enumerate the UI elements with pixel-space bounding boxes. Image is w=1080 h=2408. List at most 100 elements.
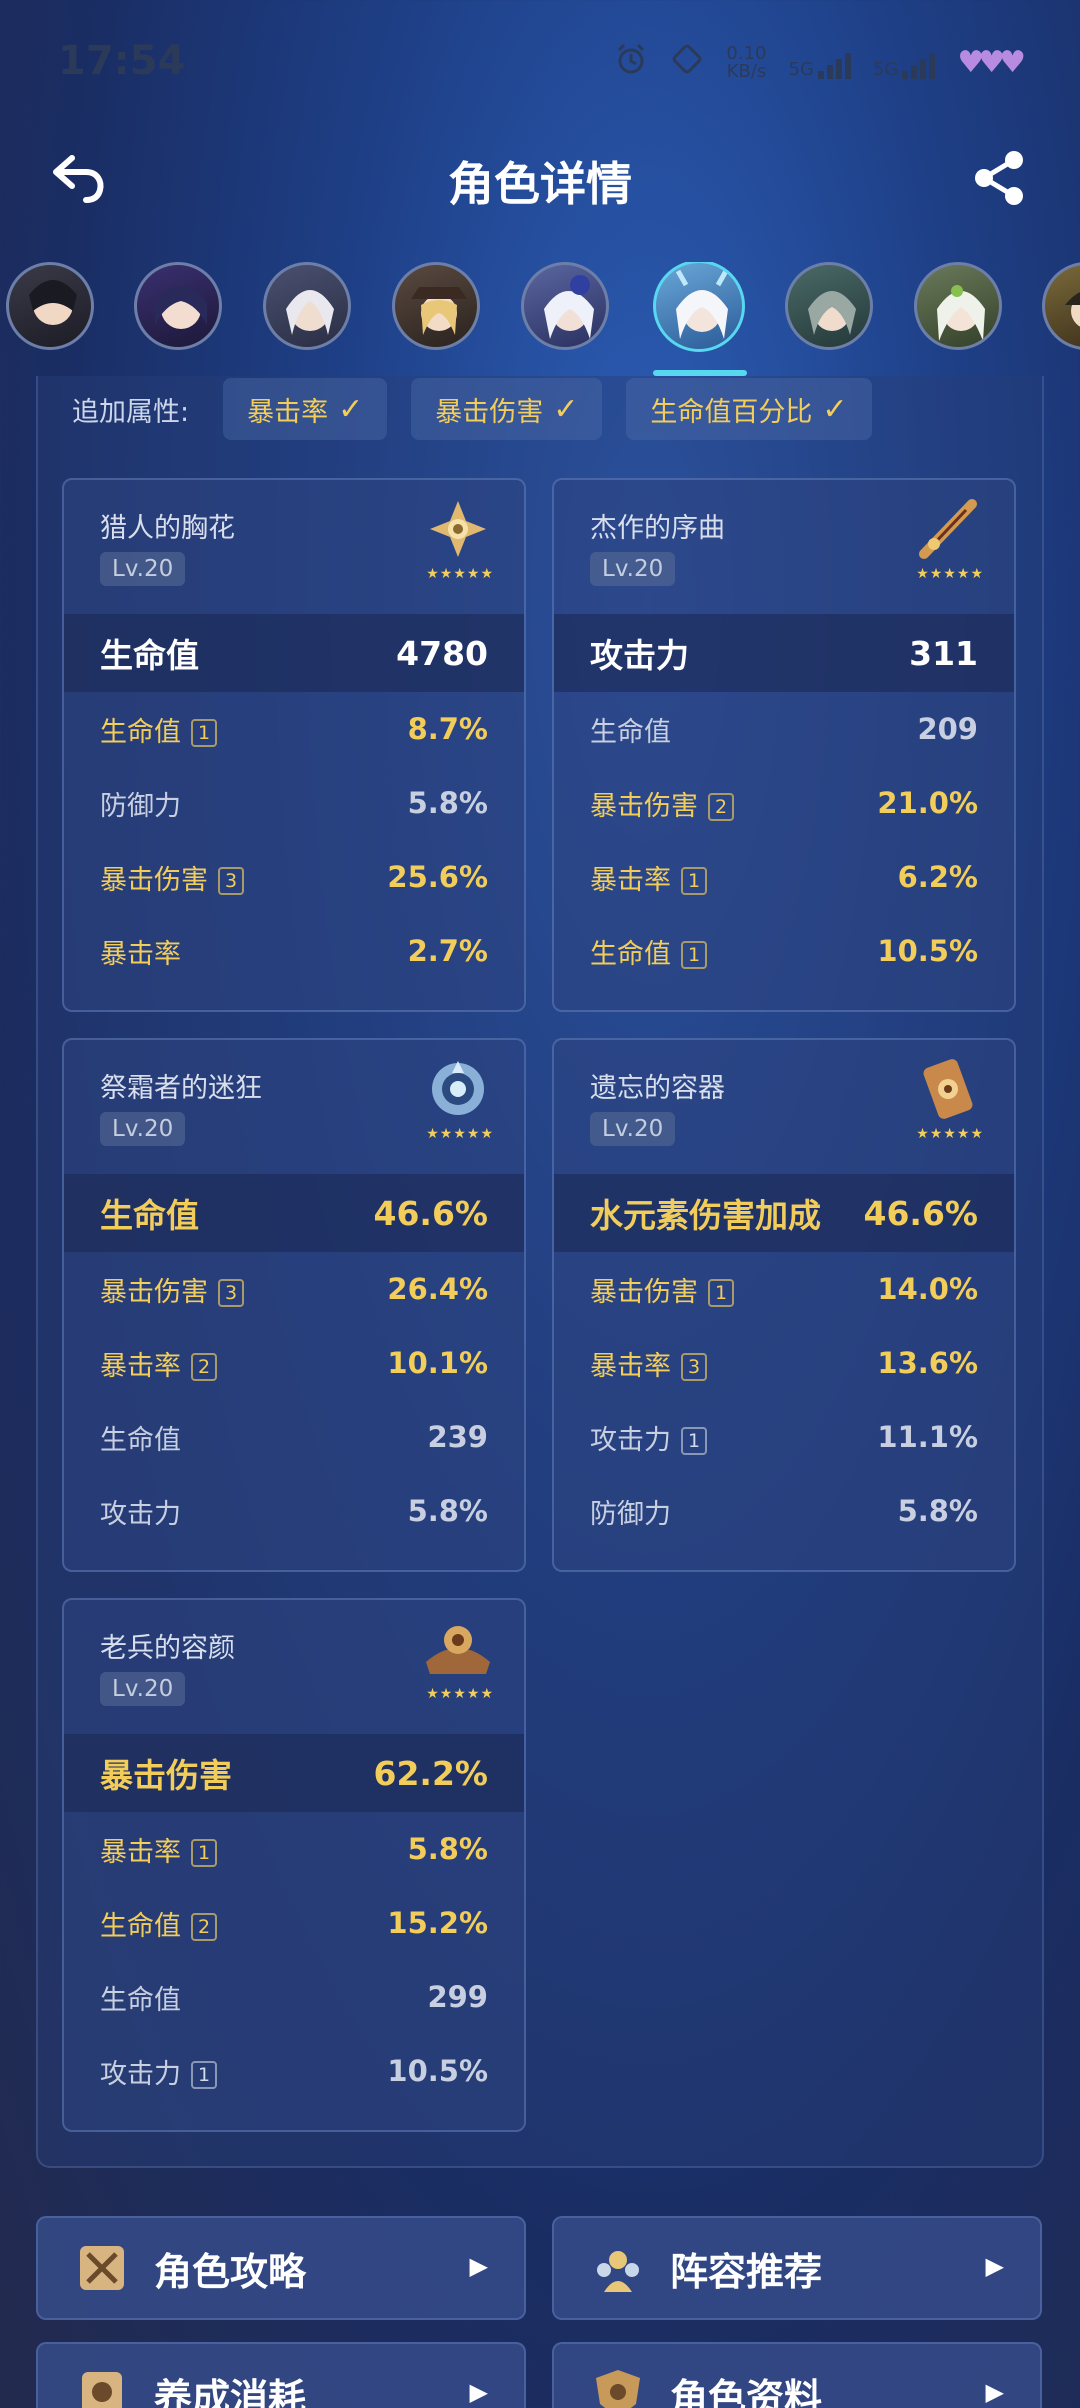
arrow-right-icon: ▶: [469, 2378, 488, 2406]
artifact-level: Lv.20: [100, 1672, 186, 1706]
artifact-card-plume[interactable]: 杰作的序曲 Lv.20 ★★★★★ 攻击力 311 生命值 209 暴击伤害 2 21.…: [552, 478, 1016, 1012]
sands-artifact-icon: [432, 1061, 484, 1115]
sub-stat: 生命值 239: [100, 1420, 488, 1456]
check-icon: ✓: [338, 391, 364, 427]
character-avatar[interactable]: [263, 262, 351, 350]
sub-stat: 暴击伤害 3 25.6%: [100, 860, 488, 896]
team-icon: [597, 2251, 639, 2292]
roll-count-badge: 3: [681, 1353, 707, 1381]
page-title: 角色详情: [448, 157, 632, 211]
artifact-name: 祭霜者的迷狂: [100, 1073, 262, 1104]
roll-count-badge: 1: [708, 1279, 734, 1307]
sub-stat: 暴击伤害 3 26.4%: [100, 1272, 488, 1308]
nfc-icon: [670, 42, 704, 83]
material-icon: [82, 2372, 122, 2408]
character-profile-label: 角色资料: [670, 2375, 823, 2408]
roll-count-badge: 2: [191, 1353, 217, 1381]
artifact-name: 猎人的胸花: [100, 513, 235, 544]
plume-artifact-icon: [919, 499, 977, 559]
team-recommend-button[interactable]: 阵容推荐 ▶: [552, 2216, 1042, 2320]
sub-stat: 生命值 1 10.5%: [590, 934, 978, 970]
roll-count-badge: 2: [708, 793, 734, 821]
sub-stat: 暴击率 3 13.6%: [590, 1346, 978, 1382]
header: 角色详情: [0, 130, 1080, 220]
roll-count-badge: 1: [681, 941, 707, 969]
character-avatar-selected[interactable]: [653, 262, 745, 352]
artifact-level: Lv.20: [100, 1112, 186, 1146]
main-stat: 水元素伤害加成 46.6%: [554, 1174, 1014, 1252]
artifact-card-circlet[interactable]: 老兵的容颜 Lv.20 ★★★★★ 暴击伤害 62.2% 暴击率 1 5.8% 生命值…: [62, 1598, 526, 2132]
crossed-swords-book-icon: [80, 2246, 124, 2290]
sub-stat: 暴击伤害 2 21.0%: [590, 786, 978, 822]
character-guide-label: 角色攻略: [154, 2249, 307, 2294]
rarity-stars: ★★★★★: [426, 1126, 494, 1142]
sub-stat: 暴击率 2.7%: [100, 934, 488, 970]
circlet-artifact-icon: [426, 1626, 490, 1674]
extra-attributes-row: 追加属性: 暴击率 ✓ 暴击伤害 ✓ 生命值百分比 ✓: [72, 378, 896, 440]
upgrade-cost-button[interactable]: 养成消耗 ▶: [36, 2342, 526, 2408]
rarity-stars: ★★★★★: [426, 566, 494, 582]
main-stat: 生命值 4780: [64, 614, 524, 692]
goblet-artifact-icon: [923, 1059, 973, 1119]
arrow-right-icon: ▶: [985, 2378, 1004, 2406]
extra-attributes-label: 追加属性:: [72, 396, 190, 428]
net-speed: 0.10 KB/s: [726, 42, 767, 82]
status-icons: 0.10 KB/s 5G 5G ♥♥♥: [614, 42, 1026, 83]
roll-count-badge: 1: [681, 1427, 707, 1455]
sub-stat: 攻击力 1 10.5%: [100, 2054, 488, 2090]
main-stat: 暴击伤害 62.2%: [64, 1734, 524, 1812]
arrow-right-icon: ▶: [985, 2252, 1004, 2280]
share-button[interactable]: [970, 148, 1030, 208]
character-avatar[interactable]: [6, 262, 94, 350]
sub-stat: 攻击力 5.8%: [100, 1494, 488, 1530]
artifact-card-goblet[interactable]: 遗忘的容器 Lv.20 ★★★★★ 水元素伤害加成 46.6% 暴击伤害 1 14.0…: [552, 1038, 1016, 1572]
sub-stat: 暴击率 2 10.1%: [100, 1346, 488, 1382]
signal-2: 5G: [873, 47, 936, 79]
roll-count-badge: 1: [191, 719, 217, 747]
team-recommend-label: 阵容推荐: [670, 2249, 823, 2294]
character-avatar[interactable]: [914, 262, 1002, 350]
chip-crit-dmg[interactable]: 暴击伤害 ✓: [411, 378, 603, 440]
alarm-icon: [614, 42, 648, 83]
artifact-level: Lv.20: [590, 1112, 676, 1146]
chip-crit-rate[interactable]: 暴击率 ✓: [223, 378, 388, 440]
character-avatar[interactable]: [785, 262, 873, 350]
sub-stat: 攻击力 1 11.1%: [590, 1420, 978, 1456]
check-icon: ✓: [822, 391, 848, 427]
roll-count-badge: 1: [191, 2061, 217, 2089]
upgrade-cost-label: 养成消耗: [154, 2375, 307, 2408]
sub-stat: 暴击率 1 6.2%: [590, 860, 978, 896]
sub-stat: 生命值 209: [590, 712, 978, 748]
sub-stat: 防御力 5.8%: [590, 1494, 978, 1530]
artifact-card-sands[interactable]: 祭霜者的迷狂 Lv.20 ★★★★★ 生命值 46.6% 暴击伤害 3 26.4% 暴…: [62, 1038, 526, 1572]
character-avatar[interactable]: [392, 262, 480, 350]
character-avatar[interactable]: [1042, 262, 1080, 350]
sub-stat: 暴击伤害 1 14.0%: [590, 1272, 978, 1308]
artifact-card-flower[interactable]: 猎人的胸花 Lv.20 ★★★★★ 生命值 4780 生命值 1 8.7% 防御力 5.…: [62, 478, 526, 1012]
artifact-level: Lv.20: [100, 552, 186, 586]
check-icon: ✓: [553, 391, 579, 427]
sub-stat: 生命值 1 8.7%: [100, 712, 488, 748]
sub-stat: 防御力 5.8%: [100, 786, 488, 822]
character-profile-button[interactable]: 角色资料 ▶: [552, 2342, 1042, 2408]
sub-stat: 生命值 2 15.2%: [100, 1906, 488, 1942]
rarity-stars: ★★★★★: [916, 1126, 984, 1142]
chip-hp-percent[interactable]: 生命值百分比 ✓: [626, 378, 872, 440]
status-bar: 17:54 0.10 KB/s 5G 5G ♥♥♥: [0, 0, 1080, 120]
character-avatar[interactable]: [134, 262, 222, 350]
artifact-name: 杰作的序曲: [590, 513, 725, 544]
artifact-level: Lv.20: [590, 552, 676, 586]
main-stat: 生命值 46.6%: [64, 1174, 524, 1252]
sub-stat: 生命值 299: [100, 1980, 488, 2016]
roll-count-badge: 3: [218, 1279, 244, 1307]
roll-count-badge: 2: [191, 1913, 217, 1941]
character-avatar[interactable]: [521, 262, 609, 350]
roll-count-badge: 1: [191, 1839, 217, 1867]
signal-1: 5G: [789, 47, 851, 79]
roll-count-badge: 1: [681, 867, 707, 895]
artifact-name: 老兵的容颜: [100, 1633, 235, 1664]
character-guide-button[interactable]: 角色攻略 ▶: [36, 2216, 526, 2320]
character-avatar-row: [0, 262, 1080, 382]
shield-profile-icon: [596, 2370, 640, 2408]
signal-bars-icon: [902, 47, 936, 79]
